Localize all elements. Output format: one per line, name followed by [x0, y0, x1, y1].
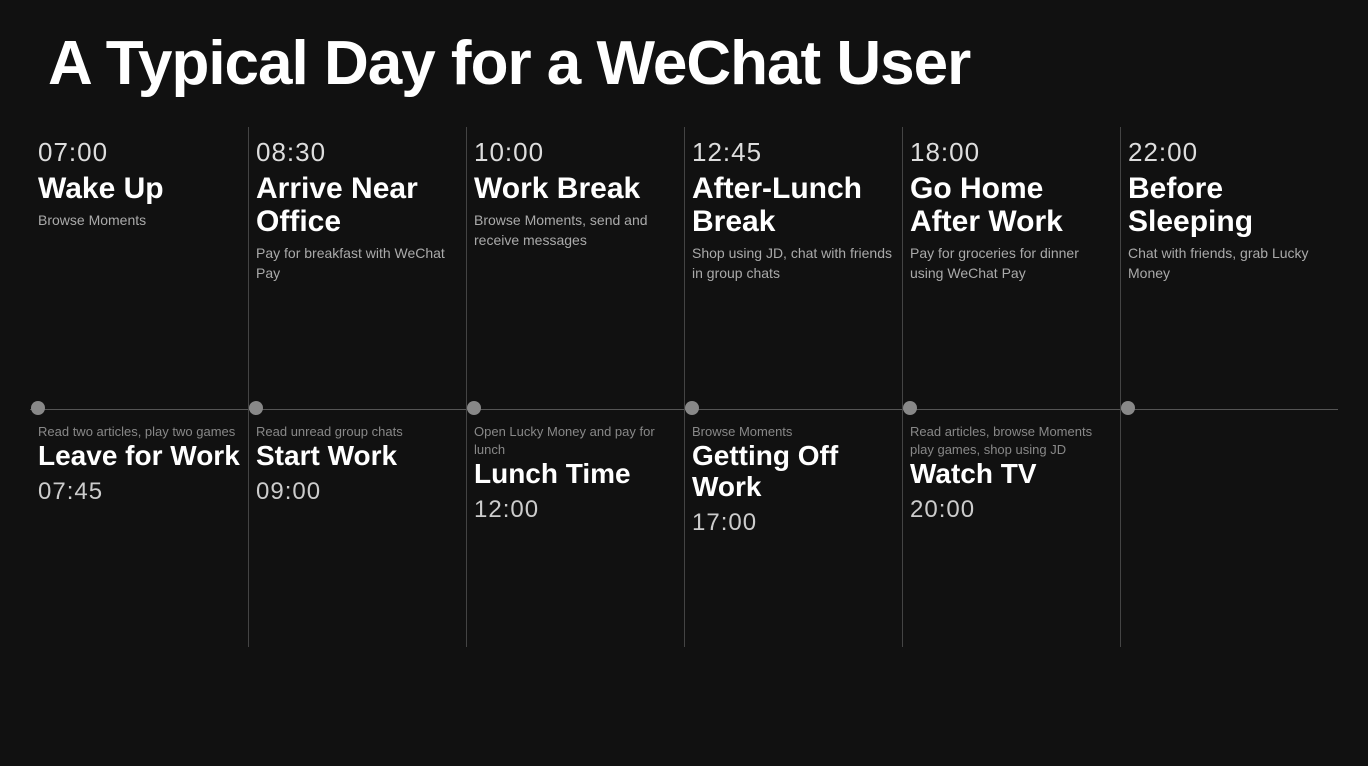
- bottom-time-4: 20:00: [910, 496, 1112, 524]
- top-title-3: After-Lunch Break: [692, 172, 894, 238]
- top-section-5: 22:00 Before Sleeping Chat with friends, g…: [1128, 127, 1330, 407]
- bottom-time-2: 12:00: [474, 496, 676, 524]
- top-time-1: 08:30: [256, 137, 458, 168]
- top-time-3: 12:45: [692, 137, 894, 168]
- top-title-4: Go Home After Work: [910, 172, 1112, 238]
- top-title-5: Before Sleeping: [1128, 172, 1330, 238]
- top-desc-3: Shop using JD, chat with friends in grou…: [692, 244, 894, 283]
- top-desc-1: Pay for breakfast with WeChat Pay: [256, 244, 458, 283]
- timeline-col-2: 10:00 Work Break Browse Moments, send and …: [466, 127, 684, 647]
- timeline-col-1: 08:30 Arrive Near Office Pay for breakfast…: [248, 127, 466, 647]
- bottom-title-1: Start Work: [256, 441, 458, 472]
- bottom-section-1: Read unread group chatsStart Work 09:00: [256, 407, 458, 647]
- bottom-section-4: Read articles, browse Moments play games…: [910, 407, 1112, 647]
- bottom-time-3: 17:00: [692, 509, 894, 537]
- bottom-title-4: Watch TV: [910, 459, 1112, 490]
- top-desc-4: Pay for groceries for dinner using WeCha…: [910, 244, 1112, 283]
- bottom-section-5: [1128, 407, 1330, 647]
- bottom-desc-0: Read two articles, play two games: [38, 423, 240, 441]
- timeline-col-3: 12:45 After-Lunch Break Shop using JD, cha…: [684, 127, 902, 647]
- top-time-5: 22:00: [1128, 137, 1330, 168]
- top-section-2: 10:00 Work Break Browse Moments, send and …: [474, 127, 676, 407]
- top-time-2: 10:00: [474, 137, 676, 168]
- bottom-desc-1: Read unread group chats: [256, 423, 458, 441]
- top-section-0: 07:00 Wake Up Browse Moments: [38, 127, 240, 407]
- top-section-4: 18:00 Go Home After Work Pay for groceries…: [910, 127, 1112, 407]
- timeline-col-4: 18:00 Go Home After Work Pay for groceries…: [902, 127, 1120, 647]
- top-title-1: Arrive Near Office: [256, 172, 458, 238]
- bottom-section-0: Read two articles, play two gamesLeave f…: [38, 407, 240, 647]
- timeline-dot-5: [1121, 401, 1135, 415]
- bottom-desc-3: Browse Moments: [692, 423, 894, 441]
- bottom-title-0: Leave for Work: [38, 441, 240, 472]
- top-time-4: 18:00: [910, 137, 1112, 168]
- timeline-col-5: 22:00 Before Sleeping Chat with friends, g…: [1120, 127, 1338, 647]
- bottom-time-1: 09:00: [256, 478, 458, 506]
- top-time-0: 07:00: [38, 137, 240, 168]
- timeline-wrapper: 07:00 Wake Up Browse Moments Read two artic…: [0, 127, 1368, 647]
- bottom-title-2: Lunch Time: [474, 459, 676, 490]
- bottom-desc-2: Open Lucky Money and pay for lunch: [474, 423, 676, 459]
- top-desc-5: Chat with friends, grab Lucky Money: [1128, 244, 1330, 283]
- bottom-title-3: Getting Off Work: [692, 441, 894, 503]
- timeline-col-0: 07:00 Wake Up Browse Moments Read two artic…: [30, 127, 248, 647]
- timeline-dot-2: [467, 401, 481, 415]
- bottom-section-3: Browse MomentsGetting Off Work 17:00: [692, 407, 894, 647]
- bottom-section-2: Open Lucky Money and pay for lunchLunch …: [474, 407, 676, 647]
- page-title: A Typical Day for a WeChat User: [0, 0, 1368, 117]
- bottom-time-0: 07:45: [38, 478, 240, 506]
- top-desc-2: Browse Moments, send and receive message…: [474, 211, 676, 250]
- timeline-dot-0: [31, 401, 45, 415]
- timeline-dot-3: [685, 401, 699, 415]
- top-title-2: Work Break: [474, 172, 676, 205]
- columns: 07:00 Wake Up Browse Moments Read two artic…: [30, 127, 1338, 647]
- timeline-dot-1: [249, 401, 263, 415]
- timeline-dot-4: [903, 401, 917, 415]
- top-section-3: 12:45 After-Lunch Break Shop using JD, cha…: [692, 127, 894, 407]
- top-section-1: 08:30 Arrive Near Office Pay for breakfast…: [256, 127, 458, 407]
- top-title-0: Wake Up: [38, 172, 240, 205]
- bottom-desc-4: Read articles, browse Moments play games…: [910, 423, 1112, 459]
- top-desc-0: Browse Moments: [38, 211, 240, 231]
